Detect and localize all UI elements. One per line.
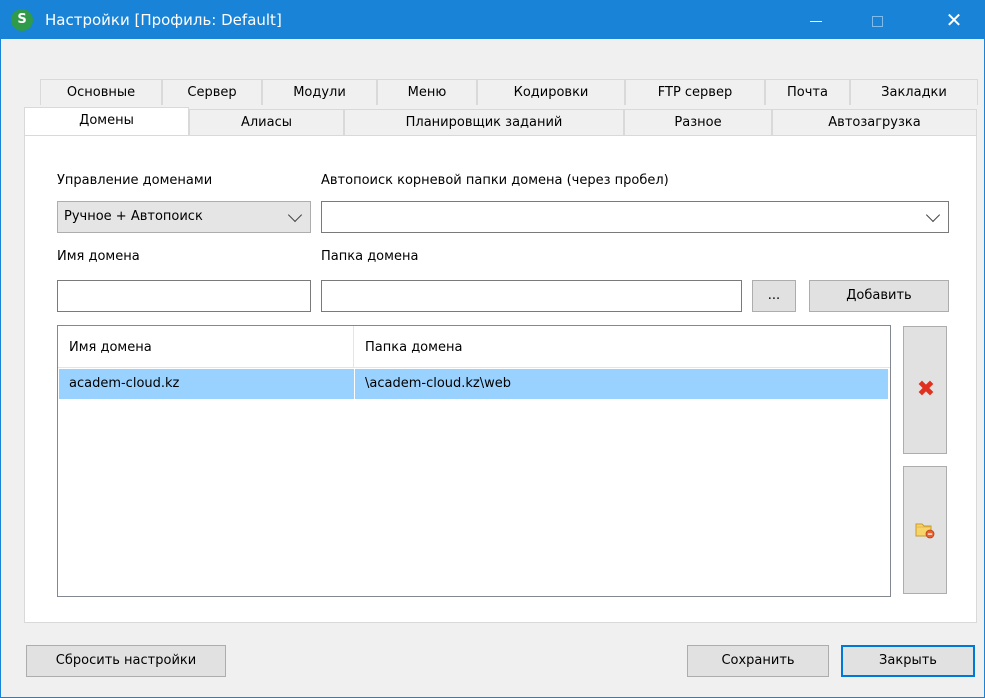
app-logo-icon: S [11,9,33,31]
tab-aliases[interactable]: Алиасы [189,109,344,135]
cell-domain-name: academ-cloud.kz [59,369,355,399]
column-header-domain-folder[interactable]: Папка домена [354,326,890,368]
delete-x-icon: ✖ [916,377,936,402]
folder-icon [915,523,935,539]
management-select-value: Ручное + Автопоиск [64,209,203,224]
tab-bookmarks[interactable]: Закладки [850,79,978,105]
delete-domain-button[interactable]: ✖ [903,326,947,454]
tab-mail[interactable]: Почта [765,79,850,105]
domain-list-header: Имя домена Папка домена [58,326,890,368]
management-label: Управление доменами [57,173,213,188]
tab-row-2: Домены Алиасы Планировщик заданий Разное… [24,107,978,136]
maximize-button[interactable] [854,1,900,39]
tab-domains[interactable]: Домены [24,107,189,135]
cell-domain-folder: \academ-cloud.kz\web [365,376,512,391]
tab-basic[interactable]: Основные [40,79,162,105]
tab-ftp-server[interactable]: FTP сервер [625,79,765,105]
browse-folder-button[interactable]: ... [752,280,796,312]
tab-row-1: Основные Сервер Модули Меню Кодировки FT… [40,79,978,105]
reset-settings-button[interactable]: Сбросить настройки [26,645,226,677]
title-bar[interactable]: S Настройки [Профиль: Default] ✕ [1,1,984,39]
maximize-icon [871,15,883,27]
window-title: Настройки [Профиль: Default] [45,11,282,29]
tab-encodings[interactable]: Кодировки [477,79,625,105]
chevron-down-icon [925,207,941,223]
tab-autostart[interactable]: Автозагрузка [772,109,977,135]
domain-folder-input[interactable] [321,280,742,312]
tab-scheduler[interactable]: Планировщик заданий [344,109,624,135]
management-select[interactable]: Ручное + Автопоиск [57,201,311,233]
close-icon: ✕ [945,8,963,32]
open-folder-button[interactable] [903,466,947,594]
save-button[interactable]: Сохранить [687,645,829,677]
add-domain-button[interactable]: Добавить [809,280,949,312]
domain-list[interactable]: Имя домена Папка домена academ-cloud.kz … [57,325,891,597]
table-row[interactable]: academ-cloud.kz \academ-cloud.kz\web [59,369,888,399]
minimize-button[interactable] [793,1,839,39]
close-button[interactable]: Закрыть [841,645,975,677]
close-window-button[interactable]: ✕ [931,1,977,39]
domain-name-label: Имя домена [57,249,140,264]
tab-menu[interactable]: Меню [377,79,477,105]
autosearch-combo[interactable] [321,201,949,233]
domain-name-input[interactable] [57,280,311,312]
column-header-domain-name[interactable]: Имя домена [58,326,354,368]
tab-server[interactable]: Сервер [162,79,262,105]
domain-folder-label: Папка домена [321,249,419,264]
tab-modules[interactable]: Модули [262,79,377,105]
tab-misc[interactable]: Разное [624,109,772,135]
autosearch-label: Автопоиск корневой папки домена (через п… [321,173,669,188]
settings-window: S Настройки [Профиль: Default] ✕ Основны… [0,0,985,698]
minimize-icon [810,20,822,22]
chevron-down-icon [287,207,303,223]
